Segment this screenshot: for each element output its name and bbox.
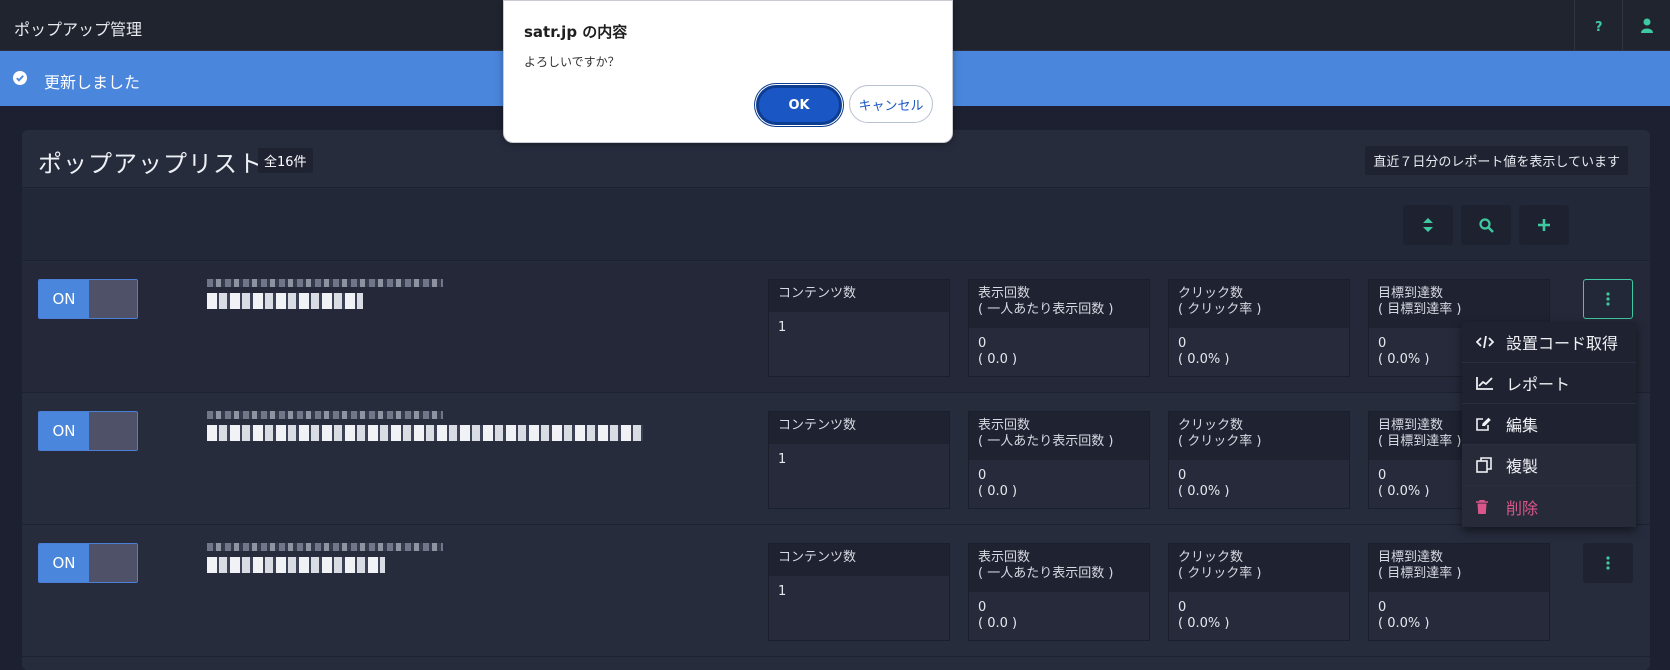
user-menu-button[interactable] bbox=[1622, 0, 1670, 51]
check-circle-icon bbox=[13, 71, 27, 85]
trash-icon bbox=[1476, 499, 1506, 514]
confirm-dialog: satr.jp の内容 よろしいですか？ OK キャンセル bbox=[503, 0, 953, 143]
edit-icon bbox=[1476, 417, 1506, 431]
alert-message: 更新しました bbox=[44, 73, 141, 92]
popup-list-panel: ポップアップリスト 全16件 直近７日分のレポート値を表示しています ON コン… bbox=[22, 130, 1650, 670]
clicks-stat: クリック数( クリック率 ) 0( 0.0% ) bbox=[1168, 279, 1350, 377]
popup-row: ON コンテンツ数 1 表示回数( 一人あたり表示回数 ) 0( 0.0 ) ク… bbox=[22, 394, 1650, 525]
menu-item-label: 削除 bbox=[1506, 498, 1539, 518]
row-menu-button[interactable] bbox=[1583, 279, 1633, 319]
list-toolbar bbox=[22, 189, 1650, 261]
count-badge: 全16件 bbox=[258, 148, 313, 173]
popup-title-redacted bbox=[207, 557, 385, 573]
code-icon bbox=[1476, 335, 1506, 349]
row-action-menu: 設置コード取得 レポート 編集 複製 削除 bbox=[1462, 322, 1636, 527]
stat-label: コンテンツ数 bbox=[769, 412, 949, 444]
kebab-icon bbox=[1606, 292, 1610, 306]
stat-value: 0( 0.0% ) bbox=[1178, 336, 1230, 367]
stat-label: クリック数( クリック率 ) bbox=[1169, 280, 1349, 328]
menu-item-get-code[interactable]: 設置コード取得 bbox=[1462, 322, 1636, 363]
ok-button[interactable]: OK bbox=[756, 85, 842, 125]
sort-icon bbox=[1423, 218, 1433, 232]
popup-name[interactable] bbox=[207, 279, 443, 309]
menu-item-report[interactable]: レポート bbox=[1462, 363, 1636, 404]
stat-label: コンテンツ数 bbox=[769, 544, 949, 576]
contents-stat: コンテンツ数 1 bbox=[768, 411, 950, 509]
stat-value: 1 bbox=[778, 452, 787, 467]
popup-row: ON コンテンツ数 1 表示回数( 一人あたり表示回数 ) 0( 0.0 ) ク… bbox=[22, 262, 1650, 393]
cancel-button[interactable]: キャンセル bbox=[849, 85, 933, 123]
page-title: ポップアップリスト bbox=[38, 150, 263, 178]
popup-subtitle-redacted bbox=[207, 279, 443, 287]
add-button[interactable] bbox=[1519, 205, 1569, 245]
toggle-knob bbox=[89, 280, 137, 318]
menu-item-label: 設置コード取得 bbox=[1506, 334, 1619, 353]
app-title: ポップアップ管理 bbox=[14, 20, 143, 39]
stat-value: 0( 0.0% ) bbox=[1178, 468, 1230, 499]
menu-item-label: 編集 bbox=[1506, 416, 1539, 435]
period-note: 直近７日分のレポート値を表示しています bbox=[1365, 146, 1628, 175]
plus-icon bbox=[1538, 219, 1550, 231]
menu-item-label: レポート bbox=[1506, 375, 1571, 394]
toggle-label: ON bbox=[39, 544, 89, 582]
stat-value: 0( 0.0 ) bbox=[978, 468, 1018, 499]
stat-value: 0( 0.0 ) bbox=[978, 600, 1018, 631]
stat-label: 表示回数( 一人あたり表示回数 ) bbox=[969, 280, 1149, 328]
help-button[interactable]: ? bbox=[1574, 0, 1622, 51]
popup-title-redacted bbox=[207, 293, 363, 309]
dialog-message: よろしいですか？ bbox=[524, 55, 620, 69]
menu-item-duplicate[interactable]: 複製 bbox=[1462, 445, 1636, 486]
stat-label: コンテンツ数 bbox=[769, 280, 949, 312]
views-stat: 表示回数( 一人あたり表示回数 ) 0( 0.0 ) bbox=[968, 279, 1150, 377]
stat-label: 目標到達数( 目標到達率 ) bbox=[1369, 280, 1549, 328]
popup-name[interactable] bbox=[207, 411, 643, 441]
copy-icon bbox=[1476, 457, 1506, 473]
popup-title-redacted bbox=[207, 425, 643, 441]
menu-item-label: 複製 bbox=[1506, 457, 1539, 476]
contents-stat: コンテンツ数 1 bbox=[768, 279, 950, 377]
popup-row: ON コンテンツ数 1 表示回数( 一人あたり表示回数 ) 0( 0.0 ) ク… bbox=[22, 526, 1650, 657]
toggle-label: ON bbox=[39, 280, 89, 318]
stat-label: 目標到達数( 目標到達率 ) bbox=[1369, 544, 1549, 592]
chart-line-icon bbox=[1476, 376, 1506, 390]
stat-label: クリック数( クリック率 ) bbox=[1169, 412, 1349, 460]
toggle-knob bbox=[89, 544, 137, 582]
kebab-icon bbox=[1606, 556, 1610, 570]
stat-label: 表示回数( 一人あたり表示回数 ) bbox=[969, 544, 1149, 592]
clicks-stat: クリック数( クリック率 ) 0( 0.0% ) bbox=[1168, 411, 1350, 509]
stat-value: 0( 0.0% ) bbox=[1378, 600, 1430, 631]
menu-item-edit[interactable]: 編集 bbox=[1462, 404, 1636, 445]
views-stat: 表示回数( 一人あたり表示回数 ) 0( 0.0 ) bbox=[968, 411, 1150, 509]
toggle-knob bbox=[89, 412, 137, 450]
stat-label: クリック数( クリック率 ) bbox=[1169, 544, 1349, 592]
contents-stat: コンテンツ数 1 bbox=[768, 543, 950, 641]
row-menu-button[interactable] bbox=[1583, 543, 1633, 583]
search-button[interactable] bbox=[1461, 205, 1511, 245]
goals-stat: 目標到達数( 目標到達率 ) 0( 0.0% ) bbox=[1368, 543, 1550, 641]
dialog-title: satr.jp の内容 bbox=[524, 23, 628, 41]
popup-name[interactable] bbox=[207, 543, 443, 573]
views-stat: 表示回数( 一人あたり表示回数 ) 0( 0.0 ) bbox=[968, 543, 1150, 641]
sort-button[interactable] bbox=[1403, 205, 1453, 245]
svg-text:?: ? bbox=[1595, 20, 1603, 33]
stat-value: 0( 0.0 ) bbox=[978, 336, 1018, 367]
clicks-stat: クリック数( クリック率 ) 0( 0.0% ) bbox=[1168, 543, 1350, 641]
stat-value: 1 bbox=[778, 584, 787, 599]
popup-subtitle-redacted bbox=[207, 411, 443, 419]
user-icon bbox=[1640, 18, 1653, 33]
question-icon: ? bbox=[1595, 20, 1603, 33]
menu-item-delete[interactable]: 削除 bbox=[1462, 486, 1636, 527]
stat-value: 0( 0.0% ) bbox=[1178, 600, 1230, 631]
stat-value: 1 bbox=[778, 320, 787, 335]
status-toggle[interactable]: ON bbox=[38, 411, 138, 451]
status-toggle[interactable]: ON bbox=[38, 543, 138, 583]
stat-label: 表示回数( 一人あたり表示回数 ) bbox=[969, 412, 1149, 460]
toggle-label: ON bbox=[39, 412, 89, 450]
status-toggle[interactable]: ON bbox=[38, 279, 138, 319]
popup-subtitle-redacted bbox=[207, 543, 443, 551]
search-icon bbox=[1478, 217, 1494, 233]
